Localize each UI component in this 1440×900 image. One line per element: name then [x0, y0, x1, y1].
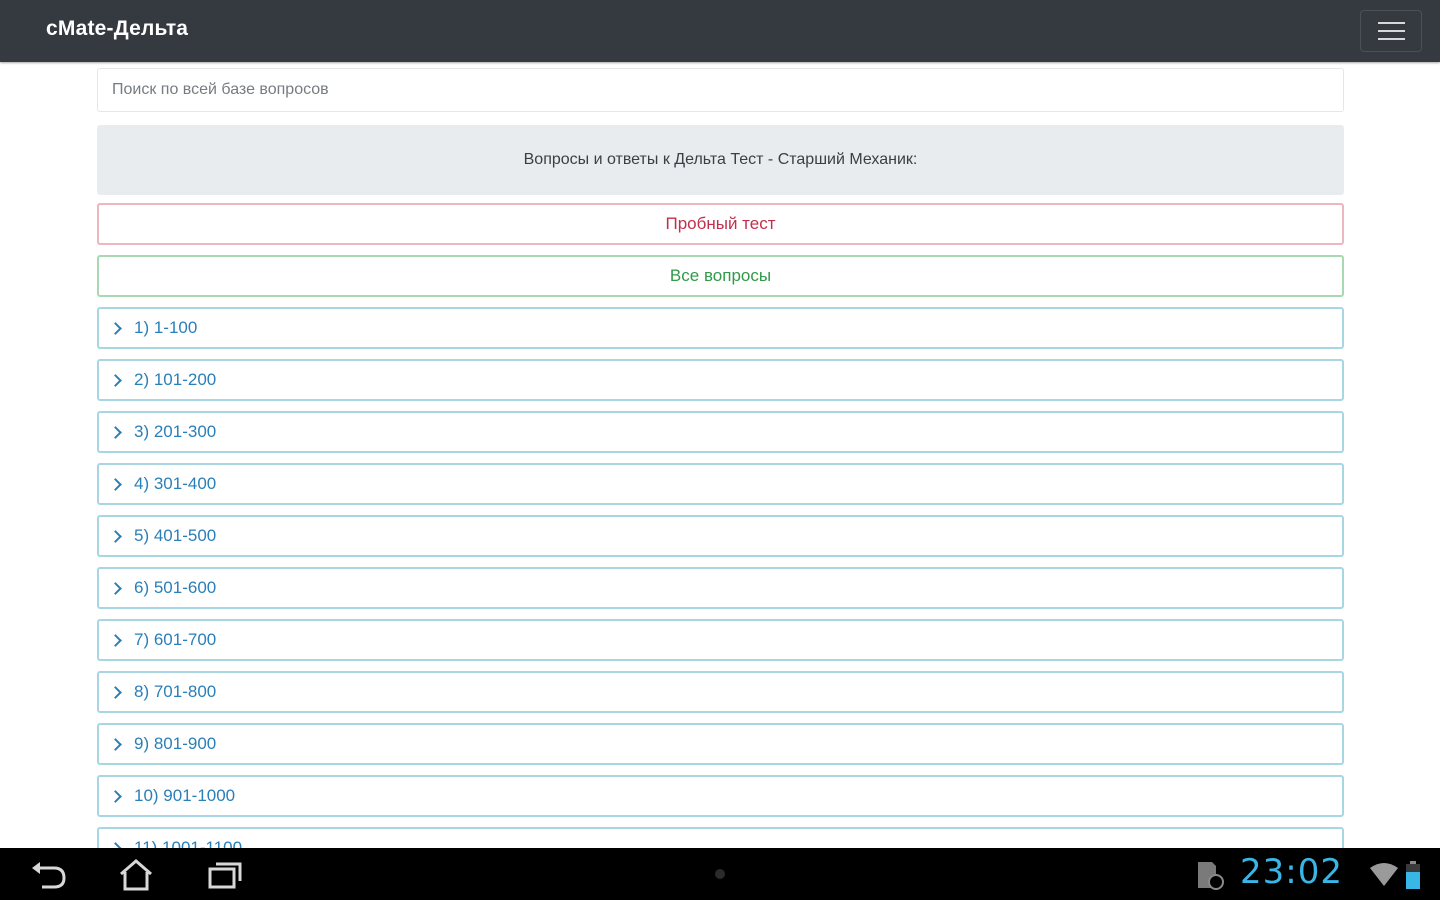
chevron-right-icon [109, 529, 122, 543]
range-label: 8) 701-800 [134, 682, 217, 701]
range-label: 4) 301-400 [134, 474, 217, 493]
hamburger-menu-button[interactable] [1360, 10, 1422, 52]
range-label: 1) 1-100 [134, 318, 198, 337]
back-icon [32, 862, 66, 889]
home-button[interactable] [106, 854, 166, 894]
chevron-right-icon [109, 373, 122, 387]
chevron-right-icon [109, 581, 122, 595]
all-questions-button[interactable]: Все вопросы [97, 255, 1344, 297]
range-item-7[interactable]: 7) 601-700 [97, 619, 1344, 661]
chevron-right-icon [109, 685, 122, 699]
range-label: 5) 401-500 [134, 526, 217, 545]
chevron-right-icon [109, 477, 122, 491]
recent-apps-icon [208, 862, 242, 889]
nav-indicator-dot [715, 869, 725, 879]
sd-card-icon [1198, 862, 1224, 890]
chevron-right-icon [109, 425, 122, 439]
clock: 23:02 [1240, 852, 1343, 892]
range-label: 6) 501-600 [134, 578, 217, 597]
app-title[interactable]: cMate-Дельта [46, 17, 188, 41]
range-item-10[interactable]: 10) 901-1000 [97, 775, 1344, 817]
recent-apps-button[interactable] [196, 854, 256, 894]
range-item-3[interactable]: 3) 201-300 [97, 411, 1344, 453]
chevron-right-icon [109, 789, 122, 803]
range-label: 10) 901-1000 [134, 786, 236, 805]
chevron-right-icon [109, 737, 122, 751]
range-item-6[interactable]: 6) 501-600 [97, 567, 1344, 609]
main-content: Вопросы и ответы к Дельта Тест - Старший… [97, 62, 1344, 848]
section-title: Вопросы и ответы к Дельта Тест - Старший… [523, 151, 918, 168]
chevron-right-icon [109, 321, 122, 335]
search-box [97, 68, 1344, 112]
trial-test-button[interactable]: Пробный тест [97, 203, 1344, 245]
range-item-4[interactable]: 4) 301-400 [97, 463, 1344, 505]
range-label: 9) 801-900 [134, 734, 217, 753]
range-item-1[interactable]: 1) 1-100 [97, 307, 1344, 349]
range-label: 11) 1001-1100 [134, 838, 243, 848]
wifi-icon [1370, 863, 1398, 886]
range-item-11[interactable]: 11) 1001-1100 [97, 827, 1344, 848]
battery-icon [1406, 861, 1420, 889]
system-nav-bar: 23:02 [0, 848, 1440, 900]
range-item-5[interactable]: 5) 401-500 [97, 515, 1344, 557]
back-button[interactable] [20, 854, 80, 894]
range-item-2[interactable]: 2) 101-200 [97, 359, 1344, 401]
chevron-right-icon [109, 633, 122, 647]
range-label: 3) 201-300 [134, 422, 217, 441]
range-item-8[interactable]: 8) 701-800 [97, 671, 1344, 713]
range-label: 2) 101-200 [134, 370, 217, 389]
all-questions-label: Все вопросы [669, 266, 772, 285]
range-label: 7) 601-700 [134, 630, 217, 649]
range-item-9[interactable]: 9) 801-900 [97, 723, 1344, 765]
home-icon [120, 859, 152, 891]
trial-test-label: Пробный тест [665, 214, 776, 233]
range-list: 1) 1-100 2) 101-200 3) 201-300 4) 301-40… [97, 307, 1344, 848]
search-input[interactable] [98, 69, 1343, 111]
app-bar: cMate-Дельта [0, 0, 1440, 62]
section-header: Вопросы и ответы к Дельта Тест - Старший… [97, 125, 1344, 195]
